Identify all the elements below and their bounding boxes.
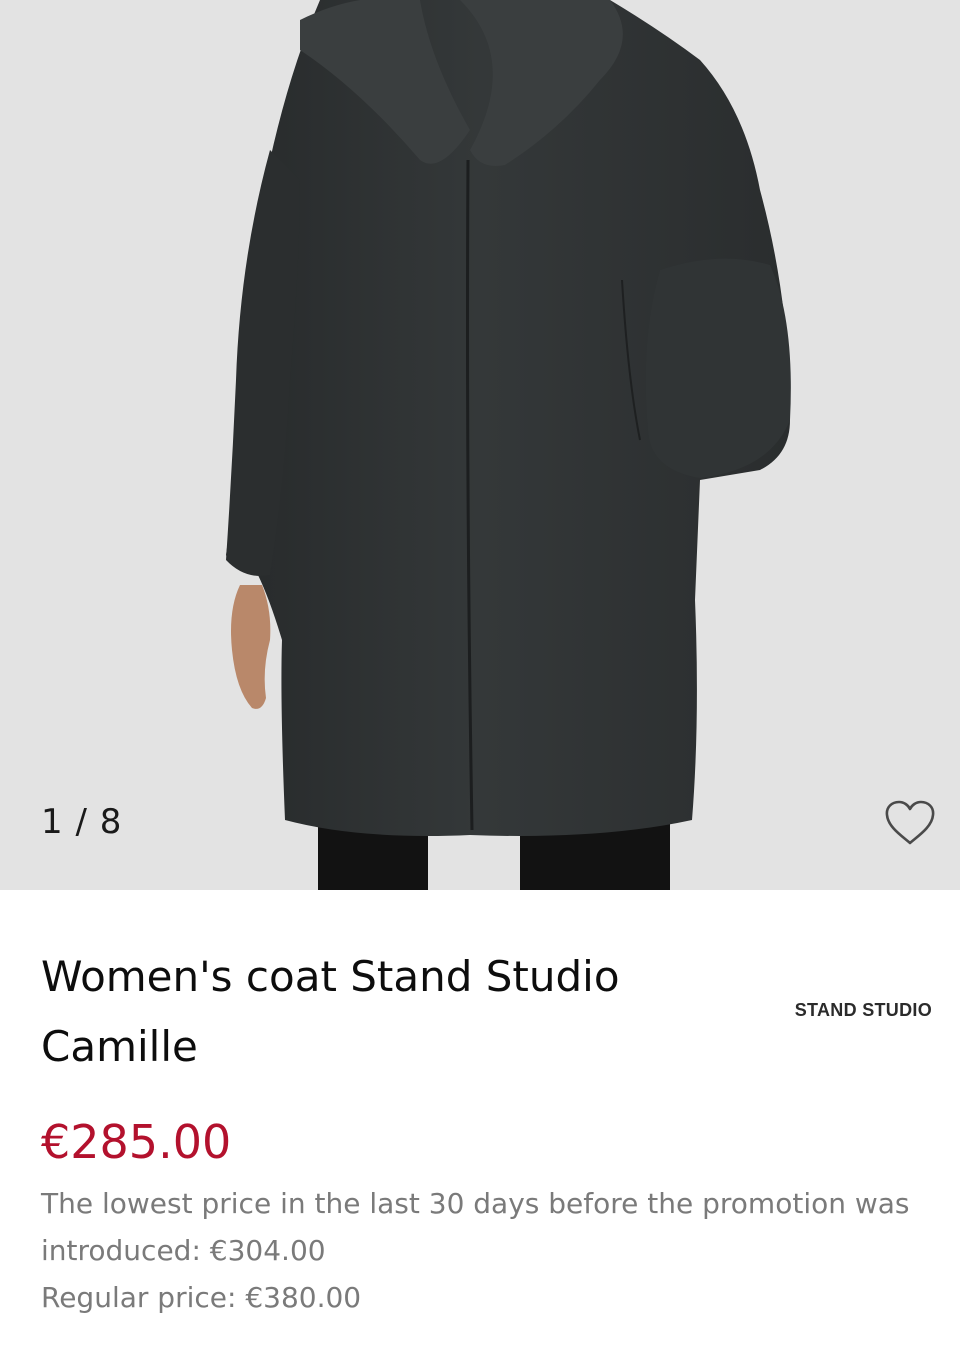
brand-link[interactable]: STAND STUDIO [795, 1000, 932, 1021]
product-title: Women's coat Stand Studio Camille [41, 952, 620, 1071]
product-page: 1 / 8 Women's coat Stand Studio Camille … [0, 0, 960, 1358]
wishlist-button[interactable] [882, 798, 938, 848]
product-price: €285.00 [41, 1115, 232, 1169]
heart-outline-icon [885, 800, 935, 845]
product-photo [0, 0, 960, 890]
regular-price: Regular price: €380.00 [41, 1281, 362, 1314]
product-info: Women's coat Stand Studio Camille STAND … [0, 890, 960, 1358]
image-counter: 1 / 8 [41, 802, 123, 842]
lowest-price-note: The lowest price in the last 30 days bef… [41, 1187, 910, 1267]
product-image-gallery[interactable]: 1 / 8 [0, 0, 960, 890]
